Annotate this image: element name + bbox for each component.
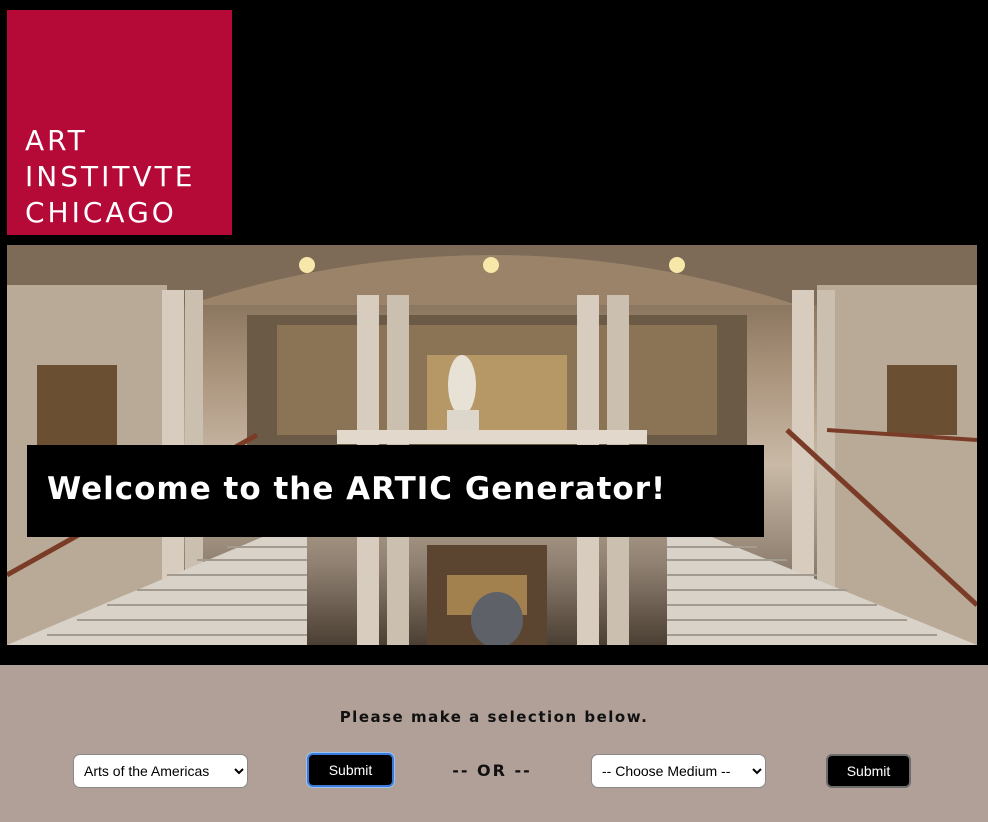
page: ART INSTITVTE CHICAGO Welcome to the ART…	[0, 0, 988, 822]
logo-line-2: INSTITVTE	[25, 160, 196, 193]
logo-text: ART INSTITVTE CHICAGO	[25, 123, 195, 231]
logo-line-1: ART	[25, 124, 88, 157]
welcome-banner: Welcome to the ARTIC Generator!	[27, 445, 764, 537]
art-institute-logo: ART INSTITVTE CHICAGO	[7, 10, 232, 235]
department-submit-button[interactable]: Submit	[307, 753, 394, 787]
logo-line-3: CHICAGO	[25, 196, 177, 229]
medium-select[interactable]: -- Choose Medium --	[591, 754, 766, 788]
welcome-title: Welcome to the ARTIC Generator!	[47, 471, 667, 507]
or-separator: -- OR --	[452, 761, 532, 780]
selection-prompt: Please make a selection below.	[339, 708, 649, 726]
medium-submit-button[interactable]: Submit	[826, 754, 911, 788]
department-select[interactable]: Arts of the Americas	[73, 754, 248, 788]
selection-panel: Please make a selection below. Arts of t…	[0, 665, 988, 822]
